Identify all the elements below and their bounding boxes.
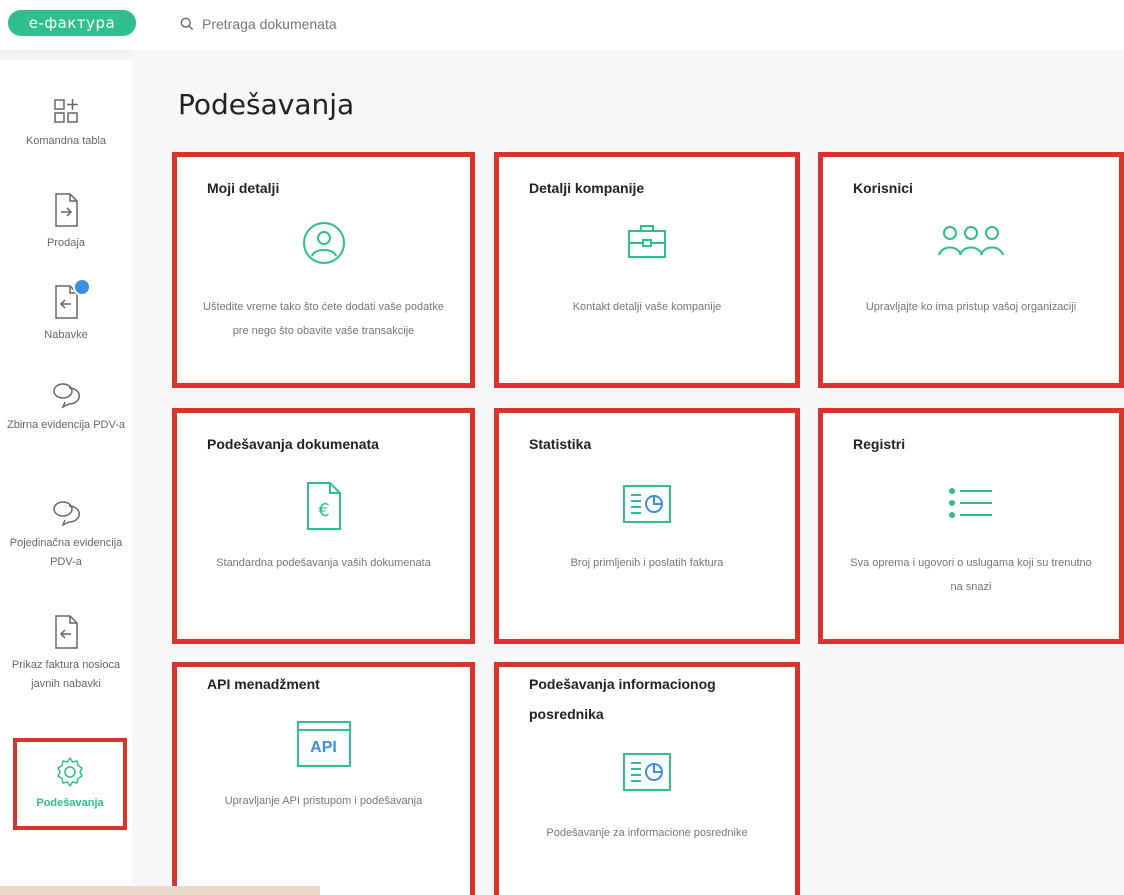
card-document-settings[interactable]: Podešavanja dokumenata € Standardna pode… — [172, 408, 475, 644]
card-title: Podešavanja informacionog posrednika — [529, 676, 716, 722]
card-title: Statistika — [529, 436, 592, 452]
gear-icon — [57, 757, 83, 787]
statistics-icon — [623, 485, 671, 523]
dashboard-icon — [54, 99, 78, 123]
incoming-document-icon — [55, 615, 78, 649]
sidebar-item-label: Zbirna evidencija PDV-a — [6, 419, 125, 431]
sidebar: Komandna tabla Prodaja Nabavke Zbirna ev… — [0, 60, 132, 895]
card-title: Detalji kompanije — [529, 180, 645, 196]
outgoing-document-icon — [55, 193, 78, 227]
card-my-details[interactable]: Moji detalji Uštedite vreme tako što ćet… — [172, 152, 475, 388]
main-content: Podešavanja Moji detalji Uštedite vreme … — [132, 50, 1124, 895]
sidebar-item-label: Nabavke — [44, 329, 88, 341]
top-bar: e-фактура Pretraga dokumenata — [0, 0, 1124, 50]
sidebar-item-dashboard[interactable]: Komandna tabla — [0, 94, 132, 151]
sidebar-item-label: Komandna tabla — [25, 135, 107, 147]
search-input[interactable]: Pretraga dokumenata — [202, 16, 337, 32]
card-title: API menadžment — [207, 676, 320, 692]
card-description: Sva oprema i ugovori o uslugama koji su … — [850, 557, 1092, 593]
sidebar-item-label: Prikaz faktura nosioca javnih nabavki — [11, 659, 121, 690]
card-title: Podešavanja dokumenata — [207, 436, 379, 452]
sidebar-item-purchases[interactable]: Nabavke — [0, 278, 132, 345]
sidebar-item-public-procurement[interactable]: Prikaz faktura nosioca javnih nabavki — [10, 612, 122, 694]
card-registers[interactable]: Registri Sva oprema i ugovori o uslugama… — [818, 408, 1124, 644]
list-icon — [949, 488, 992, 518]
notification-badge — [73, 278, 91, 296]
card-statistics[interactable]: Statistika Broj primljenih i poslatih fa… — [494, 408, 800, 644]
card-description: Uštedite vreme tako što ćete dodati vaše… — [203, 301, 444, 337]
card-information-intermediary[interactable]: Podešavanja informacionog posrednika Pod… — [494, 662, 800, 895]
svg-text:€: € — [318, 500, 329, 521]
card-description: Podešavanje za informacione posrednike — [546, 827, 748, 839]
search-bar[interactable]: Pretraga dokumenata — [180, 12, 337, 36]
sidebar-item-label: Prodaja — [47, 237, 85, 249]
sidebar-item-settings[interactable]: Podešavanja — [13, 738, 127, 830]
card-api-management[interactable]: API menadžment API Upravljanje API prist… — [172, 662, 475, 895]
card-description: Kontakt detalji vaše kompanije — [572, 301, 722, 313]
sidebar-item-label: Pojedinačna evidencija PDV-a — [9, 537, 123, 568]
card-description: Upravljajte ko ima pristup vašoj organiz… — [865, 301, 1077, 313]
card-title: Registri — [853, 436, 906, 452]
bottom-scrollbar[interactable] — [0, 886, 320, 895]
sidebar-item-individual-vat[interactable]: Pojedinačna evidencija PDV-a — [6, 496, 126, 572]
sidebar-item-sales[interactable]: Prodaja — [0, 190, 132, 253]
card-description: Standardna podešavanja vaših dokumenata — [216, 557, 431, 569]
chat-bubbles-icon — [53, 501, 80, 527]
euro-document-icon: € — [306, 482, 341, 530]
card-users[interactable]: Korisnici Upravljajte ko ima pristup vaš… — [818, 152, 1124, 388]
card-title: Moji detalji — [207, 180, 280, 196]
card-description: Upravljanje API pristupom i podešavanja — [224, 795, 423, 807]
app-logo[interactable]: e-фактура — [8, 10, 136, 36]
page-title: Podešavanja — [178, 88, 355, 121]
statistics-icon — [623, 753, 671, 791]
card-description: Broj primljenih i poslatih faktura — [570, 557, 724, 569]
sidebar-item-summary-vat[interactable]: Zbirna evidencija PDV-a — [6, 378, 126, 435]
briefcase-icon — [628, 225, 666, 258]
card-company-details[interactable]: Detalji kompanije Kontakt detalji vaše k… — [494, 152, 800, 388]
card-title: Korisnici — [853, 180, 913, 196]
chat-bubbles-icon — [53, 383, 80, 409]
search-icon — [180, 17, 194, 31]
sidebar-item-label: Podešavanja — [36, 797, 104, 809]
user-circle-icon — [302, 222, 345, 264]
api-icon: API — [296, 721, 351, 767]
users-group-icon — [938, 226, 1004, 256]
